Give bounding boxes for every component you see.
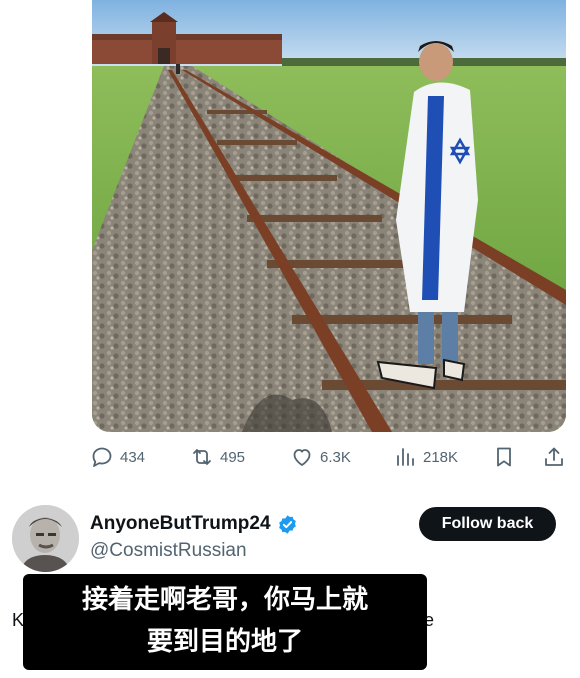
- follow-back-button[interactable]: Follow back: [419, 507, 556, 541]
- retweet-icon: [193, 449, 211, 465]
- views-count: 218K: [423, 448, 459, 466]
- subtitle-line-2: 要到目的地了: [146, 627, 303, 657]
- share-button[interactable]: [542, 441, 566, 473]
- tweet-actions: 434 495 6.3K 218K: [90, 441, 570, 473]
- bookmark-icon: [497, 447, 511, 467]
- tweet-photo-image: [92, 0, 566, 432]
- display-name[interactable]: AnyoneButTrump24: [90, 513, 271, 535]
- handle[interactable]: @CosmistRussian: [90, 540, 247, 562]
- bookmark-button[interactable]: [492, 441, 516, 473]
- subtitle-line-1: 接着走啊老哥，你马上就: [81, 585, 368, 615]
- avatar[interactable]: [12, 505, 79, 572]
- like-button[interactable]: 6.3K: [290, 441, 351, 473]
- retweet-button[interactable]: 495: [190, 441, 245, 473]
- heart-icon: [293, 449, 311, 466]
- reply-icon: [92, 447, 112, 467]
- reply-count: 434: [120, 448, 146, 466]
- display-name-row: AnyoneButTrump24: [90, 511, 298, 537]
- reply-button[interactable]: 434: [90, 441, 145, 473]
- share-icon: [545, 447, 563, 466]
- retweet-count: 495: [220, 448, 246, 466]
- video-subtitle: 接着走啊老哥，你马上就 要到目的地了: [23, 574, 427, 670]
- avatar-image: [12, 505, 79, 572]
- verified-badge-icon: [278, 514, 296, 534]
- tweet-photo[interactable]: [92, 0, 566, 432]
- views-icon: [397, 448, 414, 466]
- like-count: 6.3K: [320, 448, 351, 466]
- views-button[interactable]: 218K: [393, 441, 458, 473]
